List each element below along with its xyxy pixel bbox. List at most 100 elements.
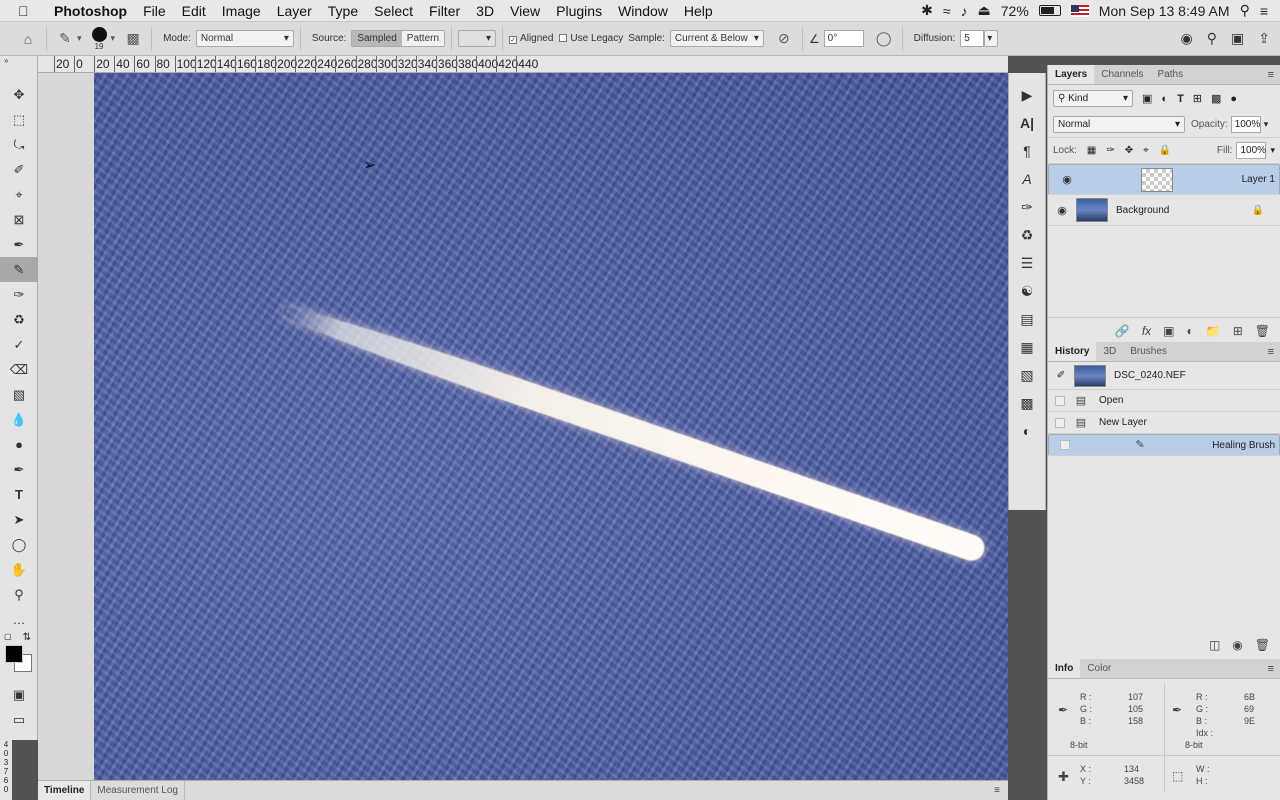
app-menu[interactable]: Photoshop bbox=[46, 3, 135, 19]
type-tool-icon[interactable]: T bbox=[0, 482, 38, 507]
spotlight-search-icon[interactable]: ⚲ bbox=[1240, 2, 1250, 19]
filter-smart-object-icon[interactable]: ▩ bbox=[1211, 92, 1221, 105]
fill-input[interactable]: 100% bbox=[1236, 142, 1267, 159]
brush-size-picker[interactable]: 19 bbox=[91, 26, 107, 51]
gradient-tool-icon[interactable]: ▧ bbox=[0, 382, 38, 407]
default-colors-icon[interactable]: ▢ bbox=[4, 632, 12, 641]
lock-transparent-icon[interactable]: ▦ bbox=[1087, 145, 1096, 156]
quick-mask-icon[interactable]: ▣ bbox=[0, 682, 38, 707]
sample-select[interactable]: Current & Below ▾ bbox=[669, 30, 764, 47]
user-account-icon[interactable]: ◉ bbox=[1181, 30, 1193, 47]
tab-timeline[interactable]: Timeline bbox=[38, 781, 92, 800]
menu-edit[interactable]: Edit bbox=[174, 3, 214, 19]
ignore-adjustment-layers-icon[interactable]: ⊘ bbox=[772, 27, 796, 51]
menu-3d[interactable]: 3D bbox=[468, 3, 502, 19]
histogram-icon[interactable]: ▤ bbox=[1009, 305, 1045, 333]
link-layers-icon[interactable]: 🔗 bbox=[1115, 324, 1130, 338]
history-brush-source-icon[interactable]: ✐ bbox=[1048, 370, 1074, 381]
layer-row-background[interactable]: ◉ Background 🔒 bbox=[1048, 195, 1280, 226]
tab-measurement-log[interactable]: Measurement Log bbox=[91, 781, 185, 800]
marquee-tool-icon[interactable]: ⬚ bbox=[0, 107, 38, 132]
delete-state-icon[interactable]: 🗑 bbox=[1255, 638, 1270, 652]
path-selection-tool-icon[interactable]: ➤ bbox=[0, 507, 38, 532]
lock-artboard-icon[interactable]: ⌖ bbox=[1143, 145, 1149, 156]
add-mask-icon[interactable]: ▣ bbox=[1163, 324, 1174, 338]
panel-menu-icon[interactable]: ≡ bbox=[1268, 69, 1274, 81]
chevron-down-icon[interactable]: ▾ bbox=[1264, 119, 1269, 130]
share-icon[interactable]: ⇪ bbox=[1258, 30, 1270, 47]
workspace-icon[interactable]: ▣ bbox=[1231, 30, 1244, 47]
healing-brush-preset-icon[interactable]: ✎ bbox=[53, 27, 77, 51]
blur-tool-icon[interactable]: 💧 bbox=[0, 407, 38, 432]
input-source-flag-icon[interactable] bbox=[1070, 4, 1089, 17]
lock-image-icon[interactable]: ✑ bbox=[1106, 145, 1114, 156]
opacity-input[interactable]: 100% bbox=[1230, 116, 1261, 133]
history-state-healing-brush[interactable]: ✎ Healing Brush bbox=[1048, 434, 1280, 456]
pressure-size-icon[interactable]: ◯ bbox=[872, 27, 896, 51]
zoom-tool-icon[interactable]: ⚲ bbox=[0, 582, 38, 607]
tab-channels[interactable]: Channels bbox=[1094, 65, 1150, 84]
tab-info[interactable]: Info bbox=[1048, 659, 1081, 678]
history-snapshot-row[interactable]: ✐ DSC_0240.NEF bbox=[1048, 362, 1280, 390]
delete-layer-icon[interactable]: 🗑 bbox=[1255, 324, 1270, 338]
chevron-down-icon[interactable]: ▾ bbox=[111, 33, 116, 44]
menu-file[interactable]: File bbox=[135, 3, 174, 19]
menu-select[interactable]: Select bbox=[366, 3, 421, 19]
new-group-icon[interactable]: 📁 bbox=[1206, 324, 1221, 338]
source-pattern-button[interactable]: Pattern bbox=[401, 31, 445, 46]
edit-toolbar-icon[interactable]: … bbox=[0, 607, 38, 632]
eraser-tool-icon[interactable]: ⌫ bbox=[0, 357, 38, 382]
document-canvas[interactable] bbox=[94, 73, 1008, 780]
move-tool-icon[interactable]: ✥ bbox=[0, 82, 38, 107]
actions-play-icon[interactable]: ▶ bbox=[1009, 81, 1045, 109]
aligned-checkbox[interactable]: ✓ Aligned bbox=[509, 33, 553, 44]
filter-toggle-icon[interactable]: ● bbox=[1230, 93, 1237, 105]
menu-filter[interactable]: Filter bbox=[421, 3, 468, 19]
swap-colors-icon[interactable]: ⇅ bbox=[23, 632, 31, 643]
patterns-icon[interactable]: ▩ bbox=[1009, 389, 1045, 417]
filter-adjustment-icon[interactable]: ◐ bbox=[1161, 93, 1168, 105]
hand-tool-icon[interactable]: ✋ bbox=[0, 557, 38, 582]
menu-help[interactable]: Help bbox=[676, 3, 721, 19]
battery-icon[interactable] bbox=[1038, 5, 1061, 16]
ellipse-tool-icon[interactable]: ◯ bbox=[0, 532, 38, 557]
control-center-icon[interactable]: ≡ bbox=[1260, 3, 1268, 19]
screen-mode-icon[interactable]: ▭ bbox=[0, 707, 38, 732]
history-brush-tool-icon[interactable]: ✓ bbox=[0, 332, 38, 357]
lock-all-icon[interactable]: 🔒 bbox=[1159, 145, 1171, 156]
panel-menu-icon[interactable]: ≡ bbox=[994, 785, 1008, 796]
foreground-color-swatch[interactable] bbox=[5, 645, 23, 663]
new-snapshot-camera-icon[interactable]: ◉ bbox=[1232, 638, 1242, 652]
glyphs-icon[interactable]: A bbox=[1009, 165, 1045, 193]
diffusion-dropdown[interactable]: ▾ bbox=[984, 30, 999, 47]
dodge-tool-icon[interactable]: ● bbox=[0, 432, 38, 457]
crop-tool-icon[interactable]: ⌖ bbox=[0, 182, 38, 207]
panel-menu-icon[interactable]: ≡ bbox=[1268, 663, 1274, 675]
eyedropper-icon[interactable]: ✒ bbox=[1172, 703, 1182, 717]
chevron-down-icon[interactable]: ▾ bbox=[77, 33, 82, 44]
brush-tool-icon[interactable]: ✑ bbox=[0, 282, 38, 307]
volume-icon[interactable]: ♪ bbox=[961, 3, 968, 19]
menu-view[interactable]: View bbox=[502, 3, 548, 19]
chevron-down-icon[interactable]: ▾ bbox=[1270, 145, 1275, 156]
tab-color[interactable]: Color bbox=[1080, 659, 1118, 678]
source-sampled-button[interactable]: Sampled bbox=[352, 31, 402, 46]
new-adjustment-layer-icon[interactable]: ◐ bbox=[1187, 324, 1194, 338]
clock[interactable]: Mon Sep 13 8:49 AM bbox=[1099, 3, 1230, 19]
blend-mode-select[interactable]: Normal ▾ bbox=[1053, 116, 1185, 133]
new-layer-icon[interactable]: ⊞ bbox=[1233, 324, 1243, 338]
angle-input[interactable]: 0° bbox=[823, 30, 864, 47]
eject-icon[interactable]: ⏏ bbox=[978, 2, 991, 19]
shapes-icon[interactable]: ◐ bbox=[1009, 417, 1045, 445]
tab-layers[interactable]: Layers bbox=[1048, 65, 1095, 84]
tab-3d[interactable]: 3D bbox=[1096, 342, 1123, 361]
menu-plugins[interactable]: Plugins bbox=[548, 3, 610, 19]
diffusion-input[interactable]: 5 bbox=[960, 30, 985, 47]
brush-settings-icon[interactable]: ▩ bbox=[121, 27, 145, 51]
pen-tool-icon[interactable]: ✒ bbox=[0, 457, 38, 482]
eyedropper-icon[interactable]: ✒ bbox=[1058, 703, 1068, 717]
new-document-from-state-icon[interactable]: ◫ bbox=[1209, 638, 1220, 652]
pattern-picker[interactable]: ▾ bbox=[458, 30, 497, 47]
visibility-eye-icon[interactable]: ◉ bbox=[1048, 204, 1076, 217]
wifi-icon[interactable]: ≈ bbox=[943, 3, 951, 19]
